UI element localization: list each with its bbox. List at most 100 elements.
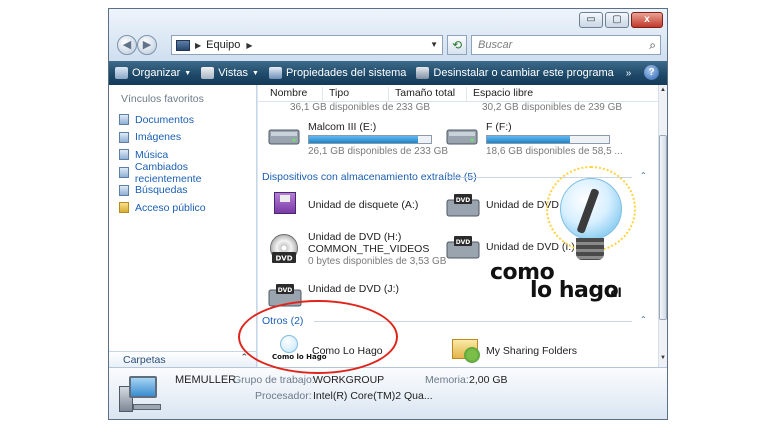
memory-label: Memoria: <box>425 374 469 386</box>
monitor-shape <box>129 376 157 398</box>
collapse-icon[interactable]: ⌃ <box>640 315 647 324</box>
sidebar-item-documentos[interactable]: Documentos <box>119 111 256 129</box>
group-header-others[interactable]: Otros (2) <box>262 315 303 327</box>
favorite-links-list: Documentos Imágenes Música Cambiados rec… <box>119 111 256 217</box>
details-pane: MEMULLER Grupo de trabajo: WORKGROUP Mem… <box>109 367 667 419</box>
bulb-base-shape <box>576 238 604 260</box>
back-button[interactable]: ◀ <box>117 35 137 55</box>
search-icon[interactable]: ⌕ <box>649 38 656 53</box>
views-button[interactable]: Vistas ▼ <box>201 67 259 79</box>
more-commands-button[interactable]: » <box>626 68 632 79</box>
organize-button[interactable]: Organizar ▼ <box>115 67 191 79</box>
como-lo-hago-logo: como lo hago .cl <box>490 166 640 318</box>
brand-suffix: .cl <box>606 286 622 300</box>
item-como-lo-hago[interactable]: Como lo Hago Como Lo Hago <box>272 335 432 367</box>
caption-buttons: ▭ ▢ x <box>579 12 663 28</box>
address-bar[interactable]: ▶ Equipo ▶ ▼ <box>171 35 443 55</box>
drive-name: Malcom III (E:) <box>308 121 377 133</box>
public-folder-icon <box>119 202 129 214</box>
sidebar-item-label: Acceso público <box>135 201 206 214</box>
forward-button[interactable]: ▶ <box>137 35 157 55</box>
address-dropdown-icon[interactable]: ▼ <box>430 40 438 49</box>
processor-value: Intel(R) Core(TM)2 Qua... <box>313 390 433 402</box>
system-properties-button[interactable]: Propiedades del sistema <box>268 67 407 79</box>
drive-tile-f[interactable]: F (F:) 18,6 GB disponibles de 58,5 ... <box>446 121 646 157</box>
window-chrome: ▭ ▢ x ◀ ▶ ▶ Equipo ▶ ▼ ⟲ Buscar ⌕ <box>109 9 667 61</box>
column-header-nombre[interactable]: Nombre <box>264 87 307 101</box>
drive-volume-label: COMMON_THE_VIDEOS <box>308 243 430 255</box>
breadcrumb-equipo[interactable]: Equipo <box>206 39 240 51</box>
refresh-button[interactable]: ⟲ <box>447 35 467 55</box>
dvd-badge-shape: DVD <box>272 252 296 263</box>
drive-name: Unidad de disquete (A:) <box>308 199 419 211</box>
folders-toggle[interactable]: Carpetas ⌃ <box>109 351 256 367</box>
column-header-tipo[interactable]: Tipo <box>322 87 349 101</box>
breadcrumb-arrow-icon[interactable]: ▶ <box>195 41 201 50</box>
chevron-down-icon: ▼ <box>184 69 192 77</box>
scroll-down-icon[interactable]: ▼ <box>659 355 667 365</box>
drive-free-space: 18,6 GB disponibles de 58,5 ... <box>486 146 623 157</box>
drive-name: Unidad de DVD (H:) <box>308 231 402 243</box>
command-bar: Organizar ▼ Vistas ▼ Propiedades del sis… <box>109 61 667 85</box>
dvd-drive-icon: DVD <box>268 284 302 307</box>
sidebar-item-label: Cambiados recientemente <box>134 160 202 185</box>
column-header-tamano-total[interactable]: Tamaño total <box>388 87 455 101</box>
chevron-down-icon: ▼ <box>252 69 259 77</box>
searches-icon <box>119 184 129 196</box>
sidebar-item-imagenes[interactable]: Imágenes <box>119 129 256 147</box>
workgroup-value: WORKGROUP <box>313 374 385 386</box>
collapse-icon[interactable]: ⌃ <box>640 171 647 180</box>
search-input[interactable]: Buscar ⌕ <box>471 35 661 55</box>
people-icon <box>464 347 480 363</box>
back-arrow-icon: ◀ <box>122 39 132 51</box>
item-name: Como Lo Hago <box>312 345 383 357</box>
sidebar-item-label: Documentos <box>135 113 194 126</box>
brand-line-2: lo hago <box>530 278 619 303</box>
floppy-disk-shape <box>274 192 296 214</box>
item-my-sharing-folders[interactable]: My Sharing Folders <box>452 335 652 367</box>
drive-free-space: 26,1 GB disponibles de 233 GB <box>308 146 449 157</box>
views-label: Vistas <box>218 67 248 79</box>
close-button[interactable]: x <box>631 12 663 28</box>
group-header-removable[interactable]: Dispositivos con almacenamiento extraíbl… <box>262 171 477 183</box>
hard-drive-icon <box>446 129 478 145</box>
chevron-up-icon: ⌃ <box>240 352 248 362</box>
drive-tile-j[interactable]: DVD Unidad de DVD (J:) <box>268 279 448 313</box>
documents-icon <box>119 114 129 126</box>
system-properties-label: Propiedades del sistema <box>285 67 407 79</box>
sidebar-item-acceso-publico[interactable]: Acceso público <box>119 199 256 217</box>
uninstall-icon <box>416 67 430 79</box>
scroll-thumb[interactable] <box>659 135 667 320</box>
computer-icon <box>119 374 163 414</box>
recent-icon <box>119 167 129 179</box>
vertical-scrollbar[interactable]: ▲ ▼ <box>658 85 667 367</box>
drive-name: F (F:) <box>486 121 512 133</box>
group-divider <box>314 321 632 322</box>
minimize-button[interactable]: ▭ <box>579 12 603 28</box>
drive-tile-a[interactable]: Unidad de disquete (A:) <box>268 189 448 223</box>
column-header-espacio-libre[interactable]: Espacio libre <box>466 87 533 101</box>
sidebar-item-label: Búsquedas <box>135 184 188 197</box>
system-properties-icon <box>268 67 282 79</box>
refresh-icon: ⟲ <box>451 38 463 52</box>
drive-free-space-partial: 36,1 GB disponibles de 233 GB <box>290 102 431 113</box>
computer-name: MEMULLER <box>175 374 237 386</box>
folders-label: Carpetas <box>123 353 166 366</box>
maximize-button[interactable]: ▢ <box>605 12 629 28</box>
drive-tile-h[interactable]: DVD Unidad de DVD (H:) COMMON_THE_VIDEOS… <box>268 231 448 275</box>
breadcrumb-arrow-icon[interactable]: ▶ <box>246 41 252 50</box>
drive-usage-bar <box>308 135 432 144</box>
sidebar-item-recientes[interactable]: Cambiados recientemente <box>119 160 256 185</box>
favorite-links-title: Vínculos favoritos <box>121 93 204 105</box>
floppy-drive-icon <box>268 192 302 218</box>
drive-name: Unidad de DVD (J:) <box>308 283 400 295</box>
scroll-up-icon[interactable]: ▲ <box>659 87 667 97</box>
music-icon <box>119 149 129 161</box>
workgroup-label: Grupo de trabajo: <box>233 374 315 386</box>
sort-caret-icon: ˆ <box>346 85 349 92</box>
sidebar-item-label: Imágenes <box>135 131 182 144</box>
drive-tile-e[interactable]: Malcom III (E:) 26,1 GB disponibles de 2… <box>268 121 449 157</box>
help-icon[interactable]: ? <box>644 65 659 80</box>
uninstall-program-button[interactable]: Desinstalar o cambiar este programa <box>416 67 614 79</box>
drive-free-space-partial: 30,2 GB disponibles de 239 GB <box>482 102 623 113</box>
